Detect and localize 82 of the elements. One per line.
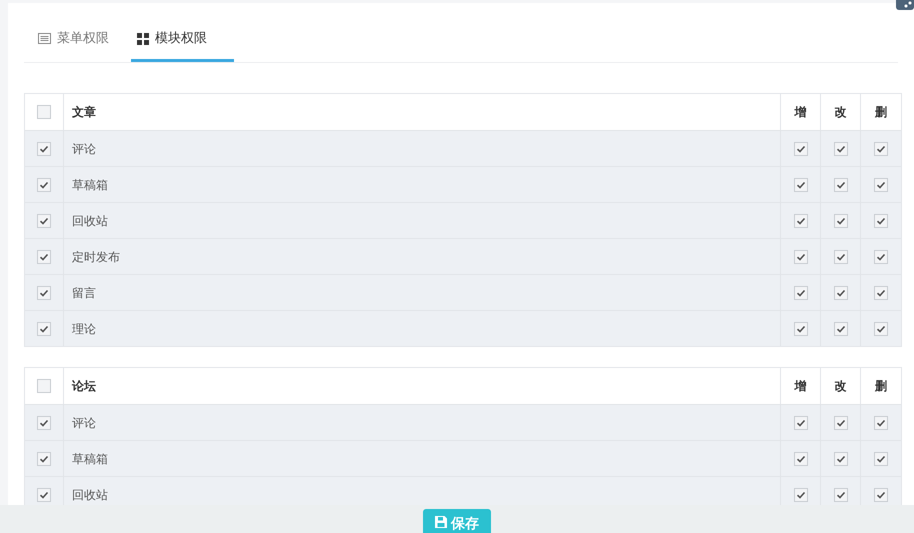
checkbox[interactable] (834, 250, 848, 264)
checkbox[interactable] (834, 142, 848, 156)
check-icon (39, 144, 49, 154)
tab[interactable]: 菜单权限 (32, 18, 115, 62)
check-icon (876, 418, 886, 428)
check-icon (796, 288, 806, 298)
checkbox[interactable] (794, 488, 808, 502)
column-header: 删 (874, 378, 888, 395)
checkbox[interactable] (874, 416, 888, 430)
check-icon (836, 216, 846, 226)
checkbox[interactable] (37, 322, 51, 336)
tab[interactable]: 模块权限 (131, 18, 234, 62)
check-icon (876, 454, 886, 464)
checkbox[interactable] (874, 322, 888, 336)
checkbox[interactable] (37, 452, 51, 466)
checkbox[interactable] (794, 322, 808, 336)
check-icon (876, 144, 886, 154)
checkbox[interactable] (37, 105, 51, 119)
row-label: 理论 (64, 311, 781, 346)
checkbox[interactable] (834, 178, 848, 192)
check-icon (876, 216, 886, 226)
check-icon (39, 324, 49, 334)
checkbox[interactable] (37, 250, 51, 264)
check-icon (876, 180, 886, 190)
checkbox[interactable] (834, 322, 848, 336)
share-icon[interactable] (896, 0, 914, 10)
checkbox[interactable] (874, 178, 888, 192)
check-icon (796, 144, 806, 154)
check-icon (836, 252, 846, 262)
list-icon (38, 33, 51, 44)
check-icon (836, 288, 846, 298)
check-icon (39, 418, 49, 428)
check-icon (836, 180, 846, 190)
check-icon (876, 288, 886, 298)
check-icon (39, 180, 49, 190)
checkbox[interactable] (794, 250, 808, 264)
check-icon (796, 418, 806, 428)
check-icon (876, 490, 886, 500)
checkbox[interactable] (834, 214, 848, 228)
checkbox[interactable] (794, 416, 808, 430)
check-icon (39, 454, 49, 464)
check-icon (39, 252, 49, 262)
checkbox[interactable] (874, 250, 888, 264)
check-icon (796, 454, 806, 464)
checkbox[interactable] (37, 214, 51, 228)
checkbox[interactable] (874, 286, 888, 300)
checkbox[interactable] (794, 178, 808, 192)
checkbox[interactable] (874, 488, 888, 502)
check-icon (796, 216, 806, 226)
check-icon (876, 252, 886, 262)
checkbox[interactable] (874, 214, 888, 228)
check-icon (796, 252, 806, 262)
check-icon (796, 180, 806, 190)
checkbox[interactable] (37, 379, 51, 393)
check-icon (39, 288, 49, 298)
check-icon (39, 490, 49, 500)
checkbox[interactable] (874, 142, 888, 156)
checkbox[interactable] (37, 416, 51, 430)
check-icon (836, 418, 846, 428)
checkbox[interactable] (37, 286, 51, 300)
check-icon (836, 324, 846, 334)
checkbox[interactable] (37, 142, 51, 156)
check-icon (836, 490, 846, 500)
check-icon (836, 454, 846, 464)
check-icon (39, 216, 49, 226)
check-icon (876, 324, 886, 334)
check-icon (796, 490, 806, 500)
checkbox[interactable] (834, 286, 848, 300)
check-icon (796, 324, 806, 334)
checkbox[interactable] (37, 488, 51, 502)
column-header: 删 (874, 104, 888, 121)
checkbox[interactable] (834, 488, 848, 502)
checkbox[interactable] (794, 214, 808, 228)
checkbox[interactable] (794, 142, 808, 156)
checkbox[interactable] (874, 452, 888, 466)
checkbox[interactable] (834, 416, 848, 430)
checkbox[interactable] (834, 452, 848, 466)
checkbox[interactable] (794, 286, 808, 300)
grid-icon (137, 32, 149, 44)
check-icon (836, 144, 846, 154)
checkbox[interactable] (37, 178, 51, 192)
checkbox[interactable] (794, 452, 808, 466)
